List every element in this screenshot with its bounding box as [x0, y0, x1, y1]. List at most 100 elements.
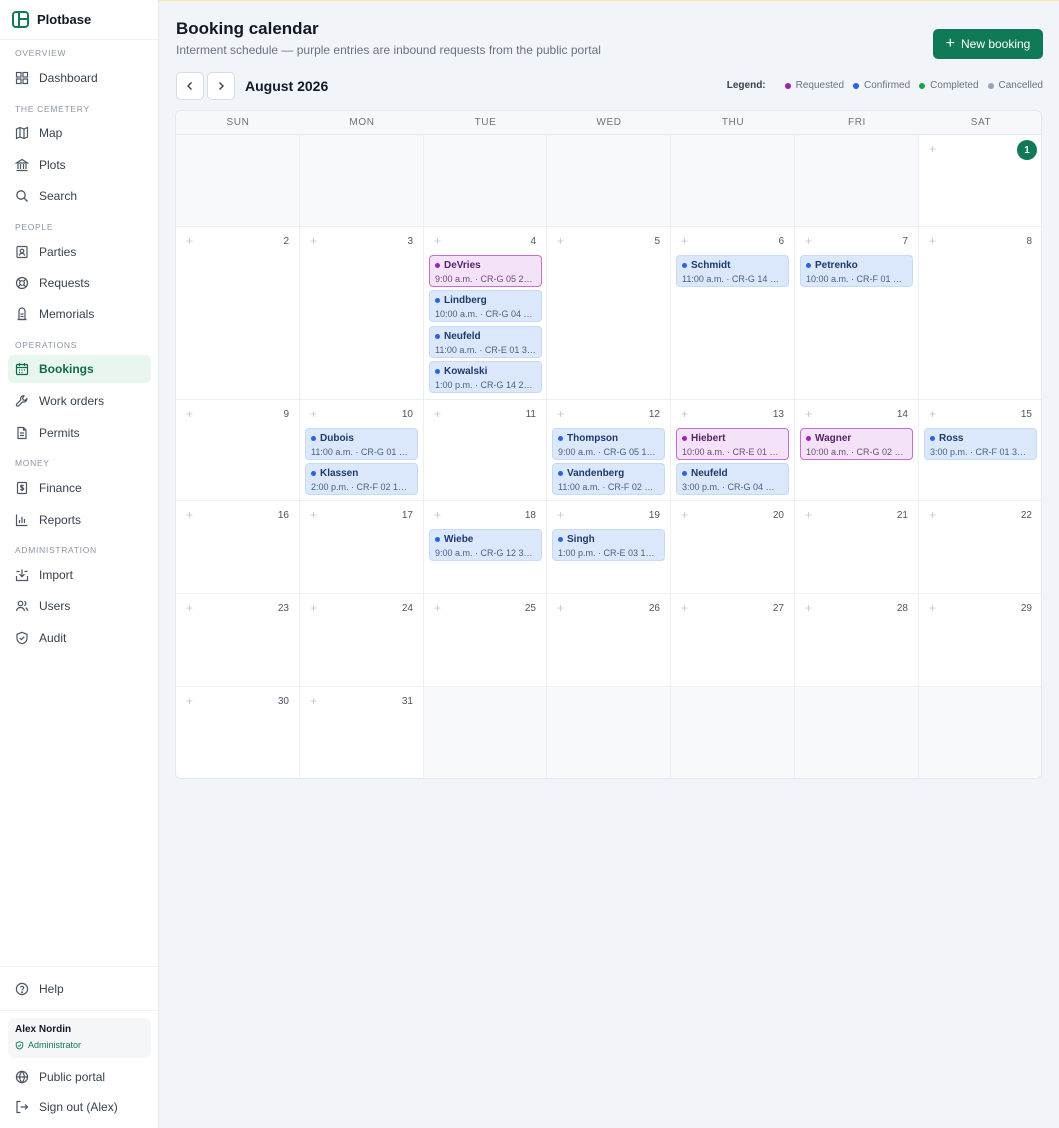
day-cell[interactable]: + 14 Wagner 10:00 a.m. · CR-G 02 …	[795, 400, 919, 501]
day-cell[interactable]: + 19 Singh 1:00 p.m. · CR-E 03 1…	[547, 501, 671, 594]
day-cell[interactable]: + 6 Schmidt 11:00 a.m. · CR-G 14 …	[671, 227, 795, 400]
day-cell[interactable]: + 11	[424, 400, 547, 501]
sidebar-item-reports[interactable]: Reports	[8, 506, 151, 534]
new-booking-button[interactable]: + New booking	[933, 29, 1043, 59]
day-cell[interactable]: + 17	[300, 501, 424, 594]
sidebar-item-plots[interactable]: Plots	[8, 151, 151, 179]
add-booking-icon[interactable]: +	[434, 407, 441, 421]
day-cell[interactable]: + 3	[300, 227, 424, 400]
add-booking-icon[interactable]: +	[681, 407, 688, 421]
sidebar-item-sign-out[interactable]: Sign out (Alex)	[8, 1093, 151, 1121]
day-cell[interactable]: + 15 Ross 3:00 p.m. · CR-F 01 3…	[919, 400, 1041, 501]
sidebar-item-dashboard[interactable]: Dashboard	[8, 64, 151, 92]
day-cell[interactable]: + 5	[547, 227, 671, 400]
day-cell[interactable]: + 30	[176, 687, 300, 778]
sidebar-item-requests[interactable]: Requests	[8, 269, 151, 297]
day-cell[interactable]: + 25	[424, 594, 547, 687]
add-booking-icon[interactable]: +	[805, 508, 812, 522]
day-cell[interactable]: + 27	[671, 594, 795, 687]
user-card[interactable]: Alex Nordin Administrator	[8, 1018, 151, 1058]
add-booking-icon[interactable]: +	[310, 234, 317, 248]
booking-entry[interactable]: DeVries 9:00 a.m. · CR-G 05 2…	[429, 255, 542, 287]
add-booking-icon[interactable]: +	[557, 234, 564, 248]
day-cell[interactable]: + 1	[919, 135, 1041, 227]
day-cell[interactable]: + 8	[919, 227, 1041, 400]
sidebar-item-bookings[interactable]: Bookings	[8, 355, 151, 383]
sidebar-item-permits[interactable]: Permits	[8, 419, 151, 447]
booking-entry[interactable]: Neufeld 11:00 a.m. · CR-E 01 3…	[429, 326, 542, 358]
booking-entry[interactable]: Lindberg 10:00 a.m. · CR-G 04 …	[429, 290, 542, 322]
booking-entry[interactable]: Schmidt 11:00 a.m. · CR-G 14 …	[676, 255, 789, 287]
add-booking-icon[interactable]: +	[929, 407, 936, 421]
booking-entry[interactable]: Klassen 2:00 p.m. · CR-F 02 1…	[305, 463, 418, 495]
booking-entry[interactable]: Kowalski 1:00 p.m. · CR-G 14 2…	[429, 361, 542, 393]
add-booking-icon[interactable]: +	[557, 407, 564, 421]
sidebar-item-audit[interactable]: Audit	[8, 624, 151, 652]
sidebar-item-search[interactable]: Search	[8, 182, 151, 210]
day-cell[interactable]: + 13 Hiebert 10:00 a.m. · CR-E 01 1… Neu…	[671, 400, 795, 501]
add-booking-icon[interactable]: +	[557, 601, 564, 615]
add-booking-icon[interactable]: +	[310, 407, 317, 421]
day-cell[interactable]: + 29	[919, 594, 1041, 687]
day-cell[interactable]: + 16	[176, 501, 300, 594]
add-booking-icon[interactable]: +	[929, 234, 936, 248]
add-booking-icon[interactable]: +	[186, 234, 193, 248]
add-booking-icon[interactable]: +	[929, 601, 936, 615]
day-cell[interactable]: + 2	[176, 227, 300, 400]
add-booking-icon[interactable]: +	[929, 142, 936, 156]
sidebar-item-work-orders[interactable]: Work orders	[8, 387, 151, 415]
prev-month-button[interactable]	[176, 72, 204, 100]
booking-entry[interactable]: Petrenko 10:00 a.m. · CR-F 01 1…	[800, 255, 913, 287]
booking-entry[interactable]: Neufeld 3:00 p.m. · CR-G 04 …	[676, 463, 789, 495]
add-booking-icon[interactable]: +	[186, 407, 193, 421]
day-cell[interactable]: + 28	[795, 594, 919, 687]
booking-entry[interactable]: Hiebert 10:00 a.m. · CR-E 01 1…	[676, 428, 789, 460]
booking-entry[interactable]: Vandenberg 11:00 a.m. · CR-F 02 …	[552, 463, 665, 495]
sidebar-item-import[interactable]: Import	[8, 561, 151, 589]
next-month-button[interactable]	[207, 72, 235, 100]
add-booking-icon[interactable]: +	[681, 601, 688, 615]
day-cell[interactable]: + 7 Petrenko 10:00 a.m. · CR-F 01 1…	[795, 227, 919, 400]
sidebar-item-help[interactable]: Help	[8, 975, 151, 1003]
sidebar-item-users[interactable]: Users	[8, 592, 151, 620]
brand[interactable]: Plotbase	[0, 0, 158, 40]
day-cell[interactable]: + 18 Wiebe 9:00 a.m. · CR-G 12 3…	[424, 501, 547, 594]
sidebar-item-public-portal[interactable]: Public portal	[8, 1063, 151, 1091]
booking-entry[interactable]: Thompson 9:00 a.m. · CR-G 05 1…	[552, 428, 665, 460]
sidebar-item-finance[interactable]: Finance	[8, 474, 151, 502]
day-cell[interactable]: + 24	[300, 594, 424, 687]
day-cell[interactable]: + 12 Thompson 9:00 a.m. · CR-G 05 1… Van…	[547, 400, 671, 501]
day-cell[interactable]: + 10 Dubois 11:00 a.m. · CR-G 01 1… Klas…	[300, 400, 424, 501]
day-cell[interactable]: + 9	[176, 400, 300, 501]
day-cell[interactable]: + 22	[919, 501, 1041, 594]
day-cell[interactable]: + 21	[795, 501, 919, 594]
add-booking-icon[interactable]: +	[434, 234, 441, 248]
add-booking-icon[interactable]: +	[434, 601, 441, 615]
booking-entry[interactable]: Wagner 10:00 a.m. · CR-G 02 …	[800, 428, 913, 460]
day-cell[interactable]: + 20	[671, 501, 795, 594]
booking-entry[interactable]: Ross 3:00 p.m. · CR-F 01 3…	[924, 428, 1037, 460]
add-booking-icon[interactable]: +	[805, 234, 812, 248]
add-booking-icon[interactable]: +	[310, 601, 317, 615]
add-booking-icon[interactable]: +	[805, 601, 812, 615]
add-booking-icon[interactable]: +	[186, 694, 193, 708]
add-booking-icon[interactable]: +	[434, 508, 441, 522]
sidebar-item-parties[interactable]: Parties	[8, 238, 151, 266]
add-booking-icon[interactable]: +	[186, 601, 193, 615]
add-booking-icon[interactable]: +	[681, 508, 688, 522]
booking-entry[interactable]: Dubois 11:00 a.m. · CR-G 01 1…	[305, 428, 418, 460]
add-booking-icon[interactable]: +	[186, 508, 193, 522]
day-cell[interactable]: + 31	[300, 687, 424, 778]
sidebar-item-map[interactable]: Map	[8, 119, 151, 147]
add-booking-icon[interactable]: +	[310, 694, 317, 708]
sidebar-item-memorials[interactable]: Memorials	[8, 300, 151, 328]
day-cell[interactable]: + 4 DeVries 9:00 a.m. · CR-G 05 2… Lindb…	[424, 227, 547, 400]
add-booking-icon[interactable]: +	[557, 508, 564, 522]
day-cell[interactable]: + 23	[176, 594, 300, 687]
day-cell[interactable]: + 26	[547, 594, 671, 687]
booking-entry[interactable]: Singh 1:00 p.m. · CR-E 03 1…	[552, 529, 665, 561]
add-booking-icon[interactable]: +	[681, 234, 688, 248]
add-booking-icon[interactable]: +	[310, 508, 317, 522]
booking-entry[interactable]: Wiebe 9:00 a.m. · CR-G 12 3…	[429, 529, 542, 561]
add-booking-icon[interactable]: +	[805, 407, 812, 421]
